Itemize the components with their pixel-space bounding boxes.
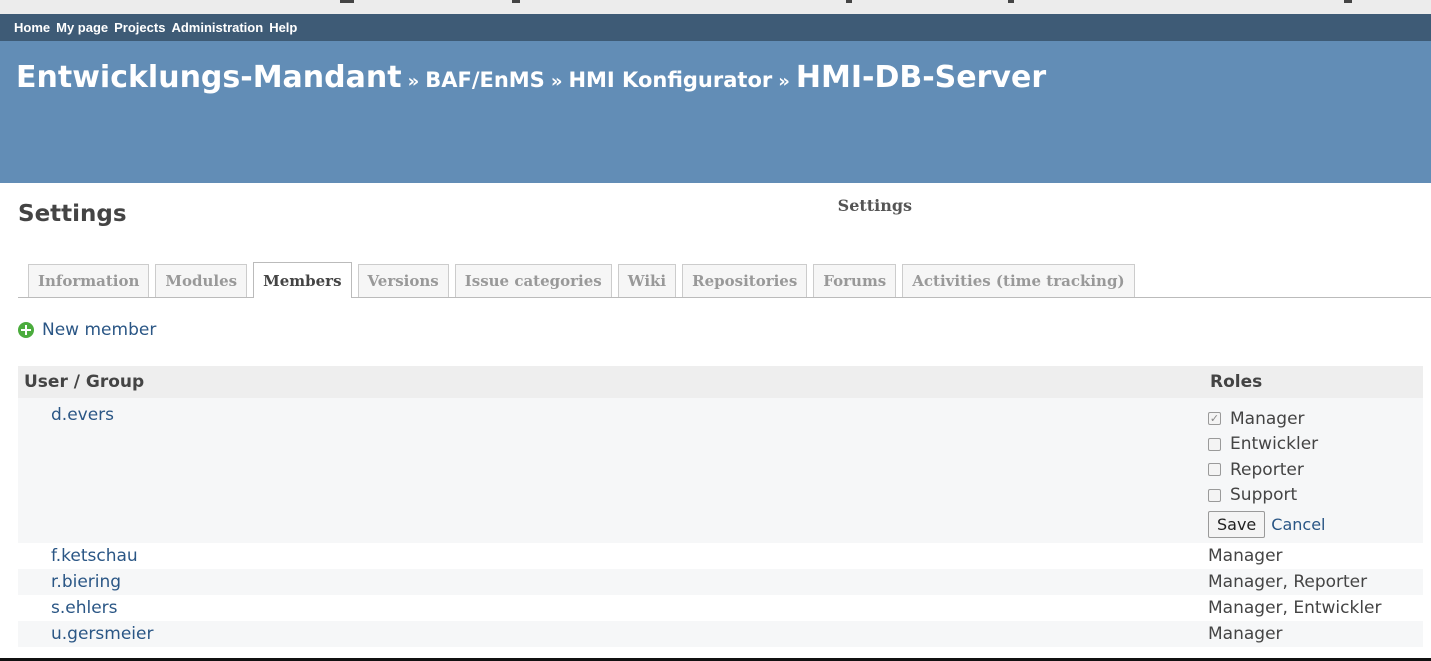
member-roles: Manager: [1208, 546, 1283, 566]
role-checkbox-list: ✓ Manager Entwickler Reporter Support Sav…: [1208, 406, 1325, 538]
member-user-link[interactable]: s.ehlers: [51, 598, 118, 618]
table-row: s.ehlers Manager, Entwickler: [18, 595, 1423, 621]
browser-toolbar-strip: [0, 0, 1431, 15]
table-row: u.gersmeier Manager: [18, 621, 1423, 647]
page-title: Settings: [18, 201, 127, 227]
tab-issue-categories[interactable]: Issue categories: [454, 264, 612, 297]
add-icon[interactable]: [18, 322, 34, 338]
top-menu: Home My page Projects Administration Hel…: [0, 14, 1431, 41]
tab-information[interactable]: Information: [28, 264, 150, 297]
breadcrumb-separator: »: [778, 71, 790, 92]
top-menu-administration[interactable]: Administration: [171, 14, 263, 41]
role-label: Support: [1230, 485, 1298, 506]
role-checkbox-reporter[interactable]: [1208, 463, 1221, 477]
member-user-link[interactable]: r.biering: [51, 572, 121, 592]
member-roles: Manager: [1208, 624, 1283, 644]
table-row-editing: d.evers ✓ Manager Entwickler Reporter Sup…: [18, 398, 1423, 543]
tab-repositories[interactable]: Repositories: [682, 264, 808, 297]
role-option-support[interactable]: Support: [1208, 483, 1325, 509]
member-user-link[interactable]: d.evers: [51, 405, 114, 425]
tab-members[interactable]: Members: [253, 262, 352, 298]
tab-modules[interactable]: Modules: [155, 264, 248, 297]
role-checkbox-manager: ✓: [1208, 412, 1221, 426]
top-menu-home[interactable]: Home: [14, 14, 50, 41]
content: Settings Information Modules Members Versio…: [0, 183, 1431, 661]
breadcrumb-hmi-konfigurator[interactable]: HMI Konfigurator: [568, 68, 772, 92]
breadcrumb-current-project: HMI-DB-Server: [795, 60, 1047, 95]
role-option-entwickler[interactable]: Entwickler: [1208, 432, 1325, 458]
member-user-link[interactable]: f.ketschau: [51, 546, 138, 566]
role-checkbox-support[interactable]: [1208, 488, 1221, 502]
new-member-link[interactable]: New member: [42, 320, 156, 340]
column-header-roles: Roles: [1210, 372, 1263, 392]
breadcrumb-root[interactable]: Entwicklungs-Mandant: [16, 60, 402, 95]
cancel-link[interactable]: Cancel: [1271, 515, 1325, 534]
member-roles: Manager, Entwickler: [1208, 598, 1382, 618]
breadcrumb: Entwicklungs-Mandant» BAF/EnMS» HMI Konfig…: [16, 57, 1046, 95]
tab-versions[interactable]: Versions: [357, 264, 449, 297]
table-row: r.biering Manager, Reporter: [18, 569, 1423, 595]
column-header-user-group: User / Group: [24, 372, 145, 392]
members-table: User / Group Roles d.evers ✓ Manager Entw…: [18, 366, 1423, 647]
table-header: User / Group Roles: [18, 366, 1423, 398]
project-header: Entwicklungs-Mandant» BAF/EnMS» HMI Konfig…: [0, 41, 1431, 224]
member-user-link[interactable]: u.gersmeier: [51, 624, 153, 644]
new-member-link-row: New member: [18, 320, 156, 340]
top-menu-help[interactable]: Help: [269, 14, 297, 41]
breadcrumb-separator: »: [550, 71, 563, 92]
role-option-manager: ✓ Manager: [1208, 406, 1325, 432]
save-button[interactable]: Save: [1208, 511, 1266, 538]
edit-actions: Save Cancel: [1208, 511, 1325, 538]
table-row: f.ketschau Manager: [18, 543, 1423, 569]
breadcrumb-separator: »: [407, 71, 420, 92]
role-checkbox-entwickler[interactable]: [1208, 437, 1221, 451]
settings-tabs: Information Modules Members Versions Issue c…: [18, 262, 1431, 298]
role-option-reporter[interactable]: Reporter: [1208, 457, 1325, 483]
breadcrumb-baf-enms[interactable]: BAF/EnMS: [425, 68, 545, 92]
top-menu-my-page[interactable]: My page: [56, 14, 108, 41]
role-label: Manager: [1230, 408, 1305, 429]
tab-forums[interactable]: Forums: [813, 264, 897, 297]
tab-activities-time-tracking[interactable]: Activities (time tracking): [902, 264, 1135, 297]
member-roles: Manager, Reporter: [1208, 572, 1368, 592]
role-label: Entwickler: [1230, 434, 1319, 455]
top-menu-projects[interactable]: Projects: [114, 14, 165, 41]
tab-wiki[interactable]: Wiki: [617, 264, 677, 297]
role-label: Reporter: [1230, 459, 1304, 480]
